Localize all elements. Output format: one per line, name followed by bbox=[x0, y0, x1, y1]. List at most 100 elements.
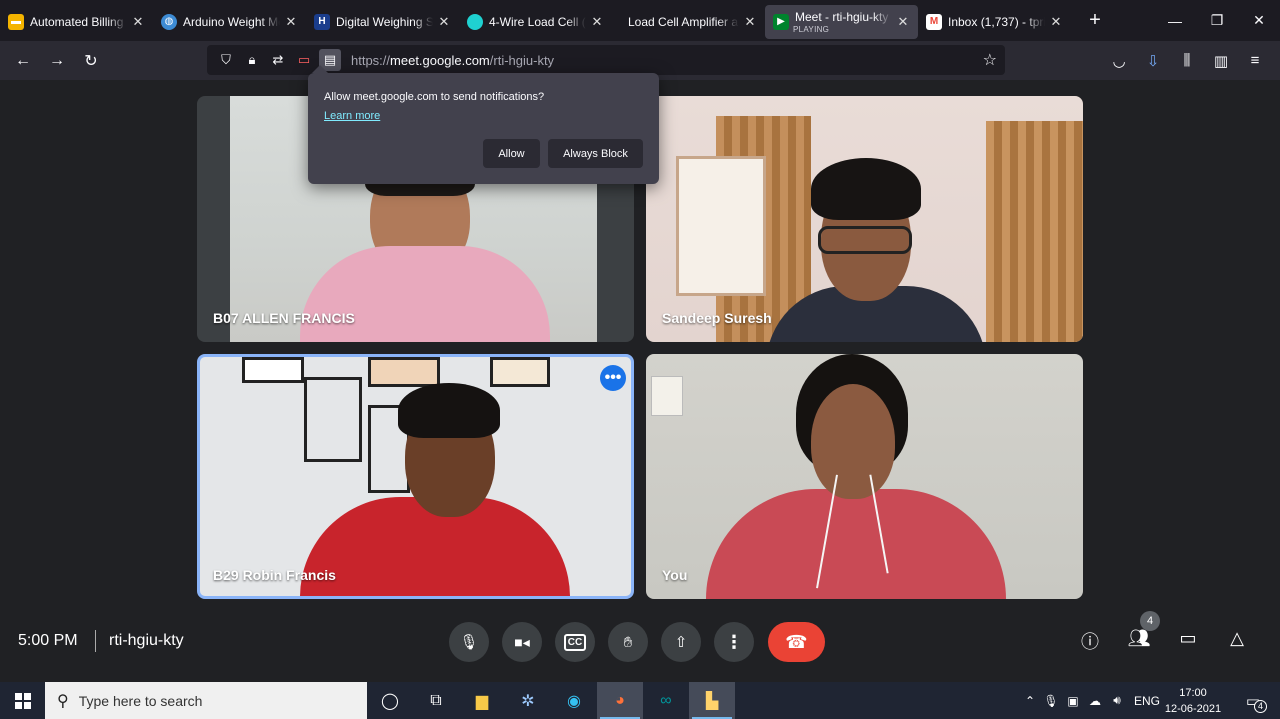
minimize-icon[interactable]: — bbox=[1154, 13, 1196, 29]
tab-1[interactable]: ◍ Arduino Weight Me ✕ bbox=[153, 5, 306, 39]
cortana-icon[interactable]: ◯ bbox=[367, 682, 413, 719]
tab-2[interactable]: H Digital Weighing Sc ✕ bbox=[306, 5, 459, 39]
tab-4[interactable]: Load Cell Amplifier and ✕ bbox=[612, 5, 765, 39]
new-tab-icon[interactable]: + bbox=[1085, 9, 1105, 32]
download-icon[interactable]: ⇩ bbox=[1136, 52, 1170, 70]
activities-icon[interactable]: △ bbox=[1224, 628, 1250, 649]
search-icon: ⚲ bbox=[57, 692, 69, 710]
hang-up-icon: ☎︎ bbox=[785, 631, 808, 652]
microphone-tray-icon[interactable]: 🎙︎ bbox=[1040, 694, 1062, 708]
close-icon[interactable]: ✕ bbox=[1049, 14, 1063, 30]
divider bbox=[95, 630, 96, 652]
close-icon[interactable]: ✕ bbox=[284, 14, 298, 30]
tracking-protection-icon[interactable]: ⛉ bbox=[215, 49, 237, 71]
tab-0[interactable]: ▬ Automated Billing S ✕ bbox=[0, 5, 153, 39]
tab-title: Inbox (1,737) - tpriy bbox=[948, 14, 1045, 29]
popup-message: Allow meet.google.com to send notificati… bbox=[324, 91, 545, 103]
participant-shirt bbox=[300, 246, 550, 342]
participant-face bbox=[811, 384, 895, 499]
captions-button[interactable]: CC bbox=[555, 622, 595, 662]
participant-hair bbox=[398, 383, 500, 438]
file-explorer-icon[interactable]: ▆ bbox=[459, 682, 505, 719]
arduino-icon[interactable]: ∞ bbox=[643, 682, 689, 719]
camera-tray-icon[interactable]: ▣ bbox=[1062, 694, 1084, 708]
url-text[interactable]: https://meet.google.com/rti-hgiu-kty bbox=[351, 53, 554, 68]
camera-button[interactable]: ■◂ bbox=[502, 622, 542, 662]
clock-time: 17:00 bbox=[1179, 687, 1207, 699]
forward-icon[interactable]: → bbox=[40, 46, 74, 76]
microphone-button[interactable]: 🎙︎ bbox=[449, 622, 489, 662]
chevron-up-icon[interactable]: ⌃ bbox=[1020, 694, 1040, 708]
toolbar-right: ◡ ⇩ ⫼ ▥ ≡ bbox=[1102, 41, 1272, 80]
raise-hand-button[interactable]: ✋︎ bbox=[608, 622, 648, 662]
captions-icon: CC bbox=[563, 633, 587, 651]
clock-date: 12-06-2021 bbox=[1164, 703, 1222, 715]
more-options-icon[interactable]: ••• bbox=[600, 365, 626, 391]
always-block-button[interactable]: Always Block bbox=[548, 139, 643, 168]
tab-5[interactable]: ▶ Meet - rti-hgiu-kty PLAYING ✕ bbox=[765, 4, 918, 39]
taskbar-search[interactable]: ⚲ Type here to search bbox=[45, 682, 367, 719]
wall-frame bbox=[368, 357, 440, 387]
app-icon[interactable]: ✲ bbox=[505, 682, 551, 719]
reload-icon[interactable]: ↻ bbox=[74, 46, 108, 76]
notification-permission-popup: Allow meet.google.com to send notificati… bbox=[308, 65, 659, 184]
restore-icon[interactable]: ❐ bbox=[1196, 12, 1238, 29]
close-icon[interactable]: ✕ bbox=[743, 14, 757, 30]
clock[interactable]: 17:00 12-06-2021 bbox=[1160, 685, 1226, 717]
photos-app-icon[interactable]: ▙ bbox=[689, 682, 735, 719]
menu-icon[interactable]: ≡ bbox=[1238, 52, 1272, 69]
wall-frame bbox=[242, 357, 304, 383]
close-icon[interactable]: ✕ bbox=[131, 14, 145, 30]
notification-center[interactable]: ▭ 4 bbox=[1240, 682, 1267, 719]
present-button[interactable]: ⇧ bbox=[661, 622, 701, 662]
close-icon[interactable]: ✕ bbox=[437, 14, 451, 30]
allow-button[interactable]: Allow bbox=[483, 139, 540, 168]
wall-frame bbox=[304, 377, 362, 462]
meeting-code: rti-hgiu-kty bbox=[109, 632, 184, 649]
tab-title: Arduino Weight Me bbox=[183, 14, 280, 29]
participant-name: You bbox=[662, 567, 688, 583]
edge-icon[interactable]: ◉ bbox=[551, 682, 597, 719]
permissions-icon[interactable]: ⇄ bbox=[267, 49, 289, 71]
circle-logo-icon bbox=[467, 13, 483, 30]
meeting-details-icon[interactable]: ⓘ bbox=[1077, 628, 1103, 654]
meet-icon: ▶ bbox=[773, 13, 789, 30]
close-icon[interactable]: ✕ bbox=[896, 14, 910, 30]
firefox-icon[interactable]: ◕ bbox=[597, 682, 643, 719]
chat-icon[interactable]: ▭ bbox=[1175, 628, 1201, 649]
participant-tile[interactable]: Sandeep Suresh bbox=[646, 96, 1083, 342]
tab-3[interactable]: 4-Wire Load Cell (1/ ✕ bbox=[459, 5, 612, 39]
learn-more-link[interactable]: Learn more bbox=[324, 110, 380, 122]
close-window-icon[interactable]: ✕ bbox=[1238, 12, 1280, 29]
windows-taskbar: ⚲ Type here to search ◯ ⧉ ▆ ✲ ◉ ◕ ∞ ▙ ⌃ … bbox=[0, 682, 1280, 719]
slides-icon: ▬ bbox=[8, 13, 24, 30]
camera-icon: ■◂ bbox=[514, 633, 530, 650]
bookmark-star-icon[interactable]: ☆ bbox=[983, 50, 997, 70]
lock-icon[interactable]: 🔒︎ bbox=[241, 49, 263, 71]
close-icon[interactable]: ✕ bbox=[590, 14, 604, 30]
gmail-icon: M bbox=[926, 13, 942, 30]
glasses-icon bbox=[818, 226, 912, 254]
language-indicator[interactable]: ENG bbox=[1134, 694, 1160, 708]
participant-tile[interactable]: ••• B29 Robin Francis bbox=[197, 354, 634, 599]
start-button[interactable] bbox=[0, 682, 45, 719]
tab-playing-label: PLAYING bbox=[793, 24, 830, 34]
people-icon[interactable]: 👥︎ bbox=[1126, 628, 1152, 649]
back-icon[interactable]: ← bbox=[6, 46, 40, 76]
tab-6[interactable]: M Inbox (1,737) - tpriy ✕ bbox=[918, 5, 1071, 39]
sidebar-icon[interactable]: ▥ bbox=[1204, 52, 1238, 70]
pocket-icon[interactable]: ◡ bbox=[1102, 52, 1136, 70]
end-call-button[interactable]: ☎︎ bbox=[768, 622, 825, 662]
more-vert-icon: ⋮ bbox=[725, 631, 743, 652]
participant-name: Sandeep Suresh bbox=[662, 310, 772, 326]
participant-tile[interactable]: You bbox=[646, 354, 1083, 599]
raise-hand-icon: ✋︎ bbox=[623, 633, 633, 651]
task-view-icon[interactable]: ⧉ bbox=[413, 682, 459, 719]
onedrive-icon[interactable]: ☁︎ bbox=[1084, 694, 1106, 708]
more-options-button[interactable]: ⋮ bbox=[714, 622, 754, 662]
library-icon[interactable]: ⫼ bbox=[1170, 52, 1204, 69]
volume-icon[interactable]: 🔊︎ bbox=[1106, 693, 1128, 708]
system-tray: ⌃ 🎙︎ ▣ ☁︎ 🔊︎ ENG bbox=[1020, 682, 1160, 719]
popup-arrow bbox=[312, 65, 328, 73]
participant-shirt bbox=[706, 489, 1006, 599]
